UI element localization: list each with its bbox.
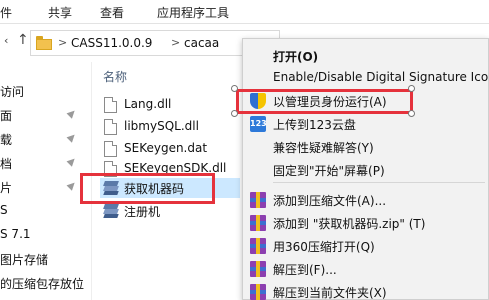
menu-item-label: 解压到(F)... [273,263,337,277]
menu-item-digital-signature[interactable]: Enable/Disable Digital Signature Icons [243,66,489,90]
file-item[interactable]: Lang.dll [100,95,240,115]
pin-icon: ▲ [65,106,79,121]
menu-item-label: 上传到123云盘 [273,118,356,132]
winrar-icon [250,284,266,300]
menu-item-label: 解压到当前文件夹(X) [273,286,387,300]
breadcrumb-separator[interactable]: > [58,36,67,49]
menu-separator [273,182,485,183]
file-name: SEKeygen.dat [124,141,208,155]
nav-item-desktop[interactable]: 面 [0,107,12,124]
tab-app-tools[interactable]: 应用程序工具 [157,4,229,21]
navigation-pane: 访问 面 ▲ 载 ▲ 档 ▲ 片 ▲ S S 7.1 图片存储 的压缩包存放位 [0,62,92,300]
nav-item-archive-location[interactable]: 的压缩包存放位 [0,275,84,292]
pin-icon: ▲ [65,130,79,145]
winrar-icon [250,192,266,208]
file-item[interactable]: SEKeygen.dat [100,139,240,159]
menu-item-upload-123[interactable]: 123 上传到123云盘 [243,112,489,136]
nav-item-pictures[interactable]: 片 [0,179,12,196]
dll-file-icon [104,119,117,135]
menu-item-label: 兼容性疑难解答(Y) [273,141,374,155]
breadcrumb-separator[interactable]: > [171,36,180,49]
pin-icon: ▲ [65,154,79,169]
folder-icon [36,36,52,50]
nav-item-s[interactable]: S [0,203,8,217]
file-item[interactable]: libmySQL.dll [100,117,240,137]
file-name: libmySQL.dll [124,119,199,133]
annotation-handle [408,110,415,117]
highlight-box-run-as-admin [236,89,413,114]
menu-item-label: 打开(O) [273,50,319,64]
breadcrumb-cacaa[interactable]: cacaa [184,36,219,50]
highlight-box-file [80,173,215,204]
menu-item-pin-start[interactable]: 固定到"开始"屏幕(P) [243,158,489,182]
tab-share[interactable]: 共享 [48,4,72,21]
menu-item-extract-to[interactable]: 解压到(F)... [243,257,489,281]
breadcrumb-cass[interactable]: CASS11.0.0.9 [71,36,152,50]
dat-file-icon [104,141,117,157]
annotation-handle [231,110,238,117]
file-name: 注册机 [124,205,161,219]
nav-item-picture-storage[interactable]: 图片存储 [0,251,48,268]
nav-item-quick-access[interactable]: 访问 [0,83,24,100]
nav-item-downloads[interactable]: 载 [0,131,12,148]
winrar-icon [250,261,266,277]
ribbon-tabs: 件 共享 查看 应用程序工具 [0,0,489,24]
menu-item-compatibility[interactable]: 兼容性疑难解答(Y) [243,135,489,159]
up-arrow-icon[interactable]: ↑ [17,32,29,48]
column-header-name[interactable]: 名称 [103,68,127,85]
tab-file[interactable]: 件 [0,4,12,21]
winrar-icon [250,238,266,254]
menu-item-open-360[interactable]: 用360压缩打开(Q) [243,234,489,258]
annotation-handle [231,85,238,92]
tab-view[interactable]: 查看 [100,4,124,21]
file-name: Lang.dll [124,97,172,111]
dll-file-icon [104,97,117,113]
menu-item-label: 添加到 "获取机器码.zip" (T) [273,217,426,231]
context-menu: 打开(O) Enable/Disable Digital Signature I… [242,38,489,300]
menu-item-add-zip[interactable]: 添加到 "获取机器码.zip" (T) [243,211,489,235]
menu-item-label: 固定到"开始"屏幕(P) [273,164,385,178]
nav-item-s71[interactable]: S 7.1 [0,227,31,241]
nav-item-documents[interactable]: 档 [0,155,12,172]
file-item[interactable]: 注册机 [100,201,240,221]
winrar-icon [250,215,266,231]
menu-item-extract-here[interactable]: 解压到当前文件夹(X) [243,280,489,300]
pin-icon: ▲ [65,178,79,193]
menu-item-open[interactable]: 打开(O) [243,44,489,68]
annotation-handle [408,85,415,92]
exe-file-icon [103,203,119,219]
menu-item-label: 用360压缩打开(Q) [273,240,375,254]
chevron-left-icon[interactable]: ‹ [4,34,8,47]
menu-item-label: Enable/Disable Digital Signature Icons [273,70,489,84]
menu-item-add-archive[interactable]: 添加到压缩文件(A)... [243,188,489,212]
menu-item-label: 添加到压缩文件(A)... [273,194,387,208]
123-cloud-icon: 123 [250,116,267,132]
